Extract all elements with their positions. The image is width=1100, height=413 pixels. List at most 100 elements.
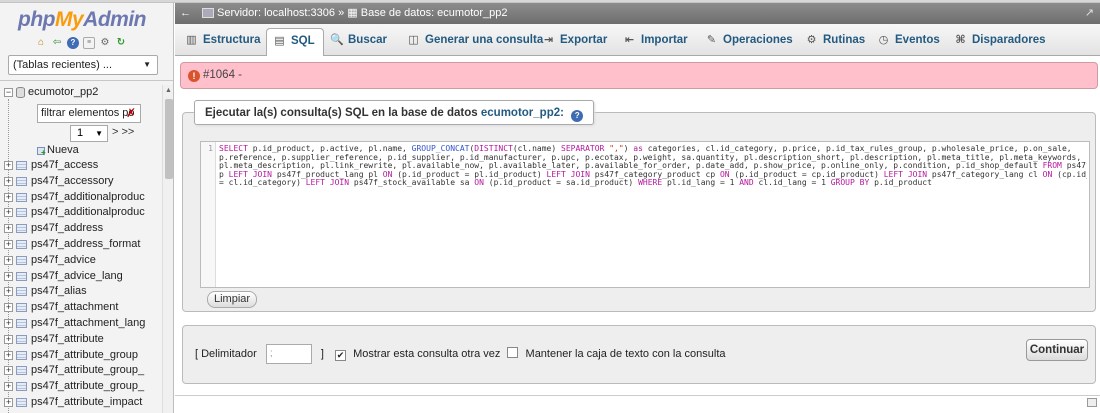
table-icon [16, 161, 27, 170]
expand-icon[interactable]: + [4, 350, 13, 360]
sql-code[interactable]: SELECT p.id_product, p.active, pl.name, … [219, 145, 1087, 188]
delimiter-close: ] [320, 348, 324, 360]
error-icon: ! [188, 70, 200, 82]
table-icon [16, 382, 27, 392]
table-icon [16, 318, 27, 328]
logout-icon[interactable]: ⇦ [51, 37, 63, 49]
tree-item-table[interactable]: + ps47f_attribute_group_ [0, 363, 162, 379]
table-icon [16, 366, 27, 376]
line-number-gutter: 1 [201, 142, 216, 287]
tab-buscar[interactable]: 🔍 Buscar [330, 28, 387, 53]
continue-button[interactable]: Continuar [1026, 339, 1088, 361]
tab-eventos[interactable]: ◷ Eventos [877, 28, 940, 53]
tree-item-table[interactable]: + ps47f_additionalproduc [0, 205, 162, 221]
tab-estructura[interactable]: ▥ Estructura [185, 28, 260, 53]
expand-icon[interactable]: + [4, 382, 13, 392]
tree-item-table[interactable]: + ps47f_attachment [0, 300, 162, 316]
table-icon [16, 255, 27, 265]
table-icon [16, 303, 27, 313]
sql-query-editor[interactable]: 1 SELECT p.id_product, p.active, pl.name… [200, 141, 1090, 288]
help-icon[interactable]: ? [67, 37, 79, 49]
expand-icon[interactable]: + [4, 224, 13, 234]
navigation-panel: phpMyAdmin ⌂ ⇦ ? ≡ ⚙ ↻ (Tablas recientes… [0, 3, 174, 413]
tree-item-table[interactable]: + ps47f_advice [0, 253, 162, 269]
clear-filter-icon[interactable]: ✗ [126, 106, 136, 120]
tree-item-database[interactable]: − ecumotor_pp2 [0, 85, 162, 101]
expand-icon[interactable]: + [4, 334, 13, 344]
documentation-icon[interactable]: ≡ [83, 37, 95, 49]
tree-item-table[interactable]: + ps47f_attribute [0, 332, 162, 348]
tab-exportar[interactable]: ⇥ Exportar [542, 28, 607, 53]
content-divider [175, 395, 1100, 396]
breadcrumb-database[interactable]: Base de datos: ecumotor_pp2 [361, 7, 508, 19]
tree-item-table[interactable]: + ps47f_alias [0, 284, 162, 300]
expand-icon[interactable]: + [4, 303, 13, 313]
triggers-icon: ⌘ [955, 34, 966, 46]
keep-textbox-checkbox[interactable] [507, 347, 519, 358]
tree-item-table[interactable]: + ps47f_additionalproduc [0, 190, 162, 206]
tree-item-new-table[interactable]: + Nueva [0, 143, 162, 159]
nav-scrollbar[interactable]: ▲ [162, 85, 173, 413]
legend-database-link[interactable]: ecumotor_pp2: [481, 107, 564, 119]
query-options-row: [ Delimitador ; ] ✔ Mostrar esta consult… [195, 343, 726, 365]
expand-icon[interactable]: + [4, 397, 13, 407]
next-page-link[interactable]: > >> [112, 126, 134, 138]
expand-icon[interactable]: + [4, 239, 13, 249]
tree-item-table[interactable]: + ps47f_accessory [0, 174, 162, 190]
show-query-label[interactable]: Mostrar esta consulta otra vez [353, 348, 500, 360]
tree-item-table[interactable]: + ps47f_access [0, 158, 162, 174]
expand-icon[interactable]: + [4, 192, 13, 202]
delimiter-label: [ Delimitador [195, 348, 257, 360]
help-icon[interactable]: ? [571, 110, 584, 122]
expand-icon[interactable]: + [4, 366, 13, 376]
page-select[interactable]: 1 ▼ [70, 125, 108, 142]
reload-icon[interactable]: ↻ [115, 37, 127, 49]
expand-icon[interactable]: + [4, 208, 13, 218]
error-code: #1064 - [203, 69, 243, 81]
keep-textbox-label[interactable]: Mantener la caja de texto con la consult… [526, 348, 726, 360]
tab-generar-consulta[interactable]: ◫ Generar una consulta [407, 28, 543, 53]
expand-arrow-icon[interactable]: ↗ [1085, 3, 1094, 24]
phpmyadmin-logo[interactable]: phpMyAdmin [18, 8, 146, 32]
tree-item-table[interactable]: + ps47f_attribute_impact [0, 395, 162, 411]
tree-item-table[interactable]: + ps47f_attribute_group_ [0, 379, 162, 395]
gear-icon[interactable]: ⚙ [99, 37, 111, 49]
console-icon[interactable] [1087, 398, 1097, 407]
expand-icon[interactable]: + [4, 318, 13, 328]
tree-item-table[interactable]: + ps47f_advice_lang [0, 269, 162, 285]
tab-rutinas[interactable]: ⚙ Rutinas [805, 28, 866, 53]
tab-operaciones[interactable]: ✎ Operaciones [705, 28, 793, 53]
tab-disparadores[interactable]: ⌘ Disparadores [954, 28, 1045, 53]
tree-item-table[interactable]: + ps47f_address_format [0, 237, 162, 253]
tab-sql[interactable]: ▤ SQL [266, 28, 324, 56]
expand-icon[interactable]: + [4, 255, 13, 265]
expand-icon[interactable]: + [4, 287, 13, 297]
tree-item-table[interactable]: + ps47f_attribute_group [0, 348, 162, 364]
tree-item-table[interactable]: + ps47f_address [0, 221, 162, 237]
tab-bar: ▥ Estructura ▤ SQL 🔍 Buscar ◫ Generar una co… [175, 24, 1100, 56]
scroll-up-icon[interactable]: ▲ [165, 87, 172, 94]
show-query-checkbox[interactable]: ✔ [335, 350, 346, 361]
expand-icon[interactable]: + [4, 271, 13, 281]
sql-icon: ▤ [274, 35, 285, 47]
scrollbar-thumb[interactable] [165, 99, 173, 179]
delimiter-input[interactable]: ; [265, 344, 312, 365]
tree-item-table[interactable]: + ps47f_attachment_lang [0, 316, 162, 332]
table-list: + ps47f_access + ps47f_accessory + ps47f_addi… [0, 158, 162, 413]
recent-tables-select[interactable]: (Tablas recientes) ... ▼ [8, 55, 158, 75]
expand-icon[interactable]: + [4, 161, 13, 170]
collapse-icon[interactable]: − [4, 88, 13, 97]
collapse-nav-icon[interactable]: ← [180, 3, 191, 24]
export-icon: ⇥ [543, 34, 554, 46]
table-icon [16, 192, 27, 202]
table-icon [16, 397, 27, 407]
table-icon [16, 208, 27, 218]
table-icon [16, 271, 27, 281]
expand-icon[interactable]: + [4, 176, 13, 186]
table-icon [16, 287, 27, 297]
home-icon[interactable]: ⌂ [35, 37, 47, 49]
tab-importar[interactable]: ⇤ Importar [623, 28, 688, 53]
breadcrumb-server[interactable]: Servidor: localhost:3306 [217, 7, 335, 19]
table-icon [16, 239, 27, 249]
clear-button[interactable]: Limpiar [207, 291, 258, 308]
